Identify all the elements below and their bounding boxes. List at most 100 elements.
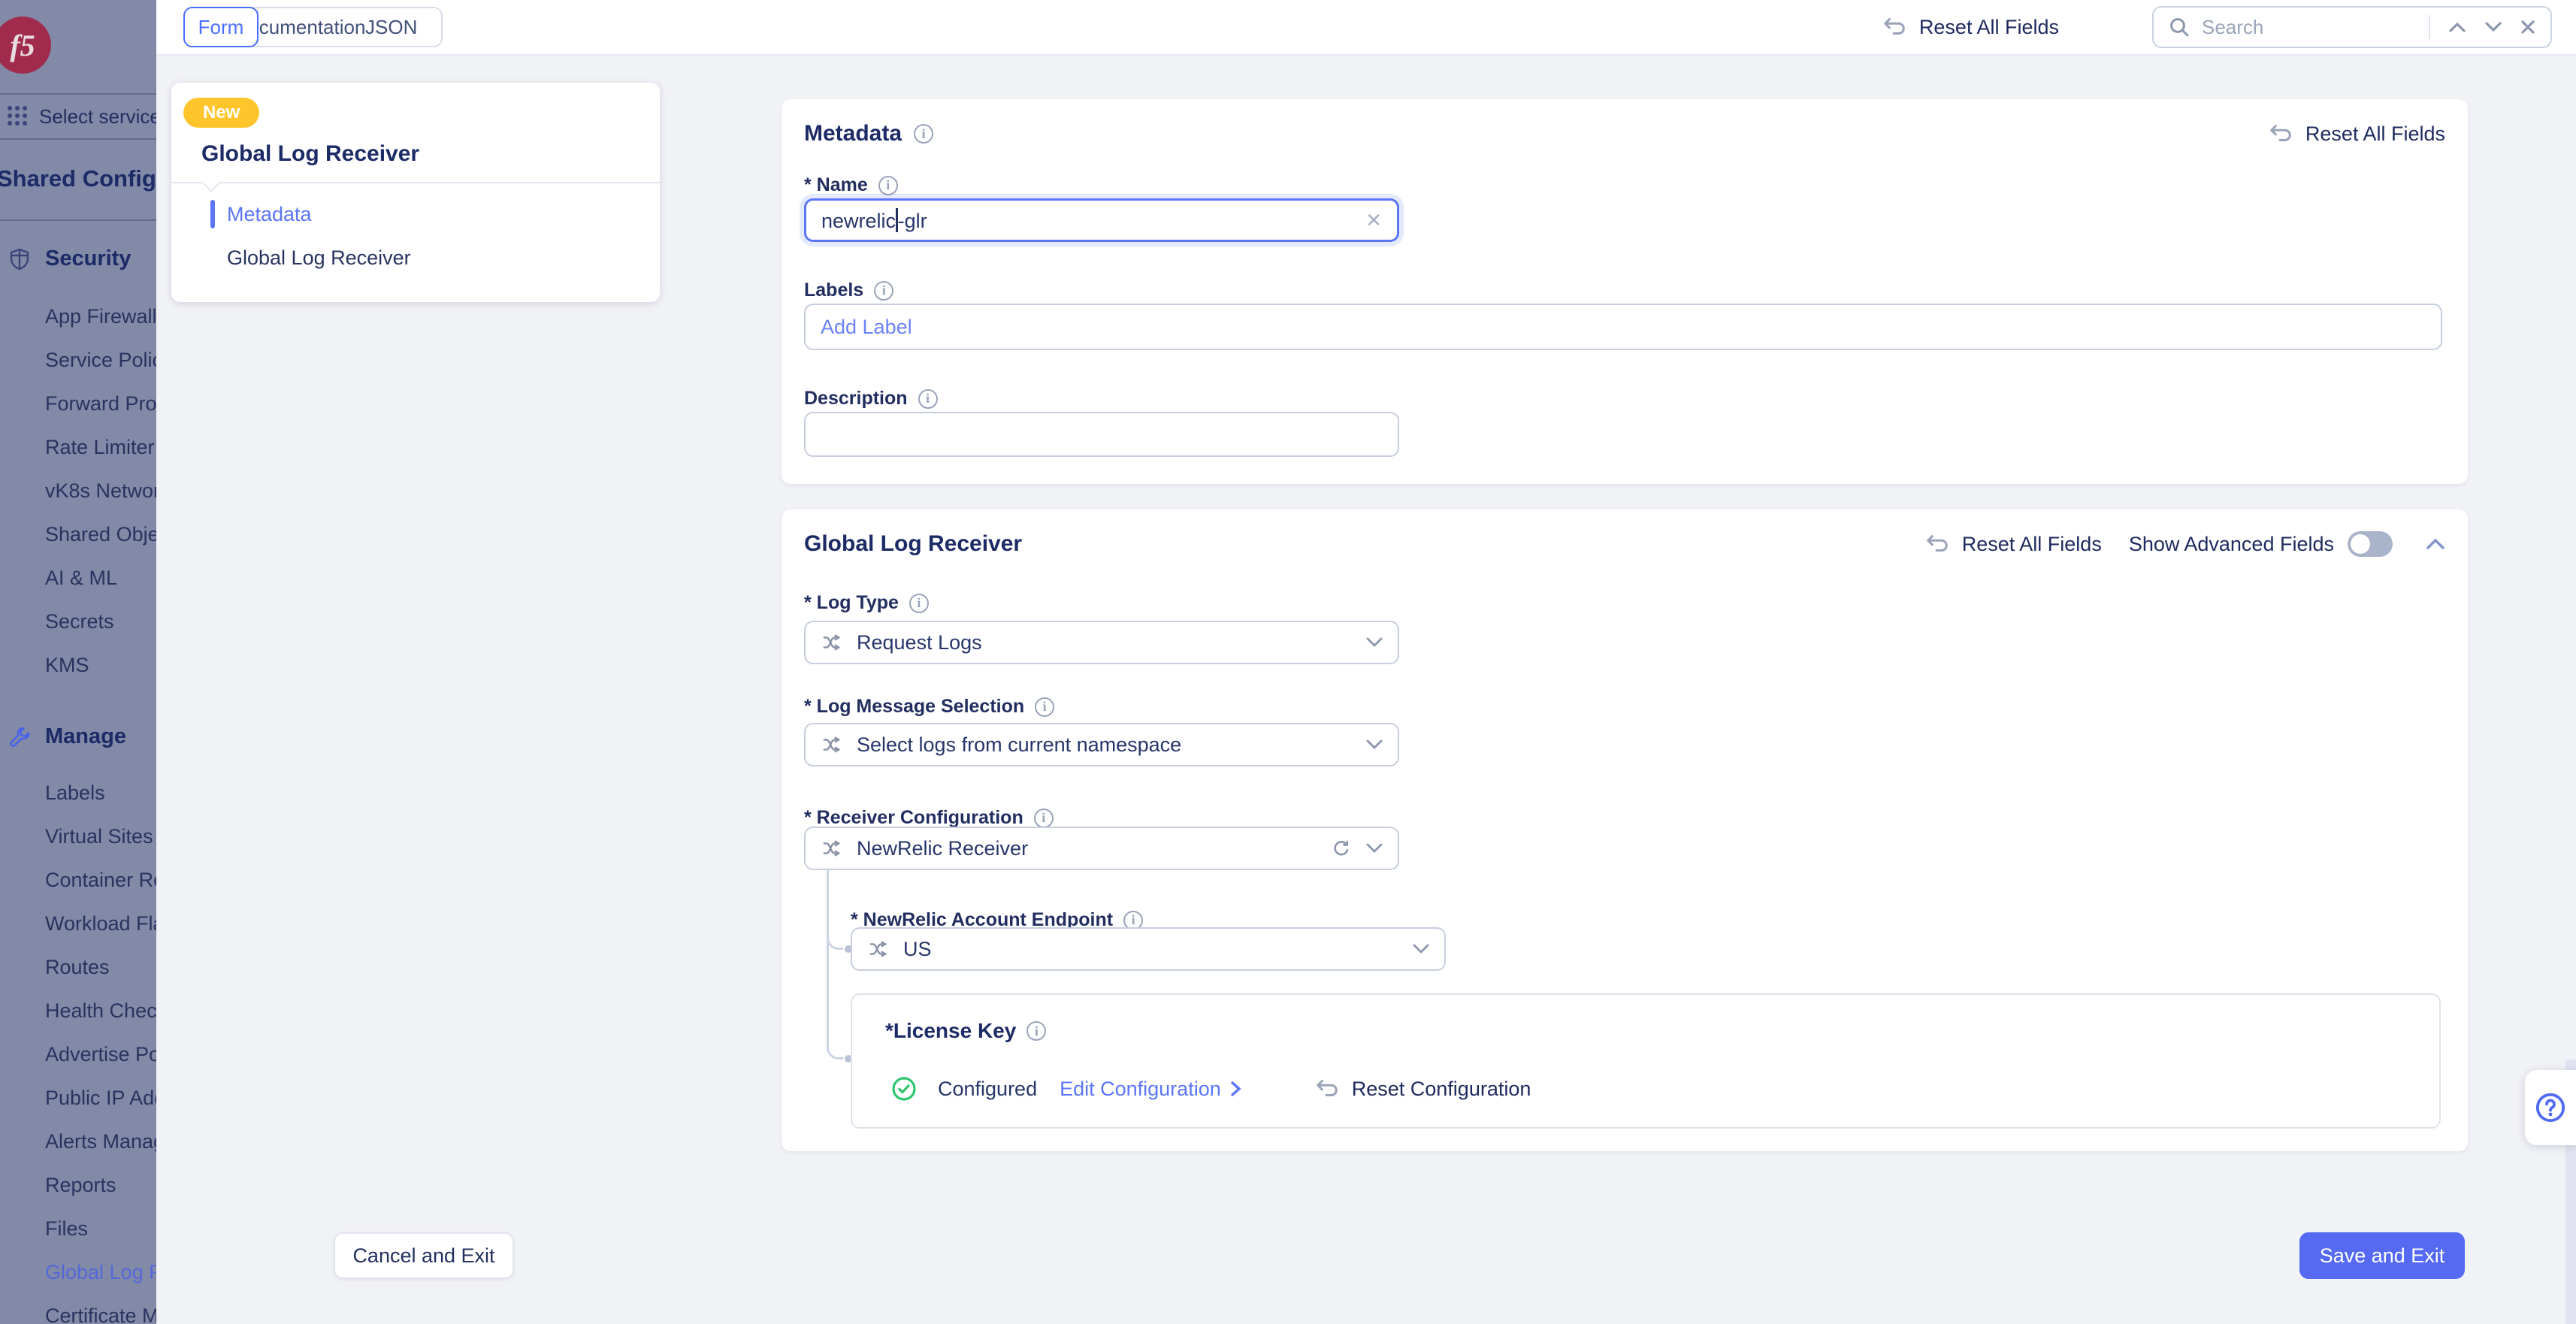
info-icon[interactable]: i: [874, 280, 894, 301]
search-placeholder: Search: [2202, 15, 2264, 38]
sidebar-item[interactable]: Labels: [45, 771, 156, 815]
log-message-selection-select[interactable]: Select logs from current namespace: [804, 723, 1399, 766]
panel-nav: Metadata Global Log Receiver: [171, 192, 660, 280]
section-label: Manage: [45, 724, 126, 748]
reset-configuration-label: Reset Configuration: [1351, 1077, 1531, 1100]
top-header: Form Documentation JSON Reset All Fields S…: [156, 0, 2576, 56]
sidebar-item[interactable]: Advertise Poli: [45, 1032, 156, 1076]
sidebar: f5 Select service Shared Config Security…: [0, 0, 156, 1324]
sidebar-item[interactable]: Rate Limiter P: [45, 425, 156, 469]
clear-icon[interactable]: ✕: [1365, 209, 1382, 232]
info-icon[interactable]: i: [914, 124, 934, 144]
sidebar-item[interactable]: Virtual Sites: [45, 815, 156, 858]
sidebar-section-security[interactable]: Security: [8, 246, 131, 271]
chevron-down-icon: [1366, 637, 1383, 647]
newrelic-endpoint-value: US: [903, 937, 932, 960]
description-label: Description i: [804, 388, 938, 410]
tab[interactable]: Form: [183, 7, 259, 47]
tree-guide-elbow: [827, 1041, 843, 1060]
log-type-label: * Log Type i: [804, 592, 929, 614]
chevron-up-icon[interactable]: [2448, 21, 2466, 33]
receiver-configuration-select[interactable]: NewRelic Receiver: [804, 827, 1399, 870]
name-value-after: -glr: [897, 209, 927, 232]
sidebar-item[interactable]: Forward Proxy: [45, 382, 156, 425]
refresh-icon[interactable]: [1332, 839, 1351, 858]
sidebar-item[interactable]: Shared Objec: [45, 512, 156, 556]
sidebar-item[interactable]: Routes: [45, 945, 156, 989]
info-icon[interactable]: i: [1035, 697, 1055, 717]
glr-reset-button[interactable]: Reset All Fields: [1924, 533, 2102, 556]
sidebar-item[interactable]: AI & ML: [45, 556, 156, 600]
chevron-down-icon[interactable]: [2484, 21, 2502, 33]
sidebar-item[interactable]: Alerts Manage: [45, 1120, 156, 1163]
search-input[interactable]: Search: [2152, 6, 2552, 48]
reset-icon: [1884, 18, 1905, 35]
branch-icon: [823, 840, 840, 857]
license-key-label: *License Key i: [885, 1019, 1047, 1043]
metadata-reset-button[interactable]: Reset All Fields: [2268, 122, 2445, 146]
sidebar-item[interactable]: Global Log Re: [45, 1250, 156, 1294]
reset-all-fields-top-button[interactable]: Reset All Fields: [1882, 16, 2059, 39]
reset-all-label: Reset All Fields: [1918, 15, 2059, 38]
sidebar-item[interactable]: KMS: [45, 643, 156, 687]
newrelic-endpoint-select[interactable]: US: [851, 927, 1446, 971]
metadata-title: Metadata: [804, 121, 903, 146]
save-and-exit-button[interactable]: Save and Exit: [2299, 1232, 2465, 1279]
info-icon[interactable]: i: [918, 388, 938, 409]
chevron-down-icon: [1366, 739, 1383, 749]
branch-icon: [823, 634, 840, 651]
close-icon[interactable]: [2520, 20, 2535, 35]
chevron-down-icon: [1366, 843, 1383, 853]
log-message-selection-label: * Log Message Selection i: [804, 696, 1055, 718]
sidebar-item[interactable]: Files: [45, 1207, 156, 1250]
advanced-fields-toggle[interactable]: [2348, 531, 2393, 557]
sidebar-item[interactable]: Container Reg: [45, 858, 156, 902]
sidebar-item[interactable]: vK8s Network: [45, 469, 156, 512]
sidebar-item[interactable]: Reports: [45, 1163, 156, 1207]
status-badge: New: [183, 98, 260, 128]
reset-configuration-button[interactable]: Reset Configuration: [1314, 1078, 1531, 1101]
labels-label: Labels i: [804, 280, 894, 301]
glr-card: Global Log Receiver Reset All Fields Sho…: [782, 509, 2468, 1151]
sidebar-item[interactable]: Health Check: [45, 989, 156, 1032]
search-controls: [2429, 15, 2535, 39]
sidebar-item[interactable]: Certificate Ma: [45, 1294, 156, 1324]
glr-title: Global Log Receiver: [804, 531, 1023, 556]
view-tabs: Form Documentation JSON: [183, 7, 443, 47]
sidebar-item[interactable]: Service Polici: [45, 338, 156, 382]
metadata-card: Metadata i Reset All Fields * Name i newr…: [782, 99, 2468, 484]
edit-configuration-link[interactable]: Edit Configuration: [1060, 1078, 1221, 1101]
info-icon[interactable]: i: [1033, 808, 1054, 828]
sidebar-item[interactable]: Secrets: [45, 600, 156, 643]
add-label-placeholder[interactable]: Add Label: [821, 316, 912, 339]
sidebar-item[interactable]: App Firewall: [45, 295, 156, 338]
sidebar-item[interactable]: Public IP Addr: [45, 1076, 156, 1120]
sidebar-item[interactable]: Workload Flav: [45, 902, 156, 945]
name-input[interactable]: newrelic -glr ✕: [804, 198, 1399, 242]
description-input[interactable]: [804, 412, 1399, 457]
license-key-row: Configured Edit Configuration Reset Conf…: [891, 1076, 1531, 1102]
license-key-box: *License Key i Configured Edit Configurat…: [851, 993, 2441, 1129]
info-icon[interactable]: i: [1026, 1021, 1047, 1041]
object-nav-panel: New Global Log Receiver Metadata Global L…: [171, 83, 660, 302]
log-message-selection-value: Select logs from current namespace: [857, 733, 1182, 756]
receiver-configuration-value: NewRelic Receiver: [857, 836, 1029, 860]
log-type-value: Request Logs: [857, 630, 982, 654]
cancel-and-exit-button[interactable]: Cancel and Exit: [334, 1232, 514, 1279]
tab[interactable]: Documentation: [234, 8, 365, 46]
help-button[interactable]: [2525, 1070, 2576, 1145]
collapse-section-button[interactable]: [2426, 537, 2445, 551]
sidebar-section-manage[interactable]: Manage: [8, 724, 126, 749]
grid-icon: [8, 106, 29, 127]
labels-input[interactable]: Add Label: [804, 304, 2442, 350]
tab[interactable]: JSON: [341, 8, 441, 46]
select-service-button[interactable]: Select service: [0, 95, 156, 138]
info-icon[interactable]: i: [909, 593, 929, 613]
tree-guide-line: [827, 870, 829, 1047]
panel-nav-item[interactable]: Metadata: [171, 192, 660, 236]
divider: [171, 173, 660, 192]
reset-icon: [2270, 125, 2291, 142]
panel-nav-item[interactable]: Global Log Receiver: [171, 236, 660, 280]
info-icon[interactable]: i: [878, 175, 898, 195]
log-type-select[interactable]: Request Logs: [804, 621, 1399, 664]
